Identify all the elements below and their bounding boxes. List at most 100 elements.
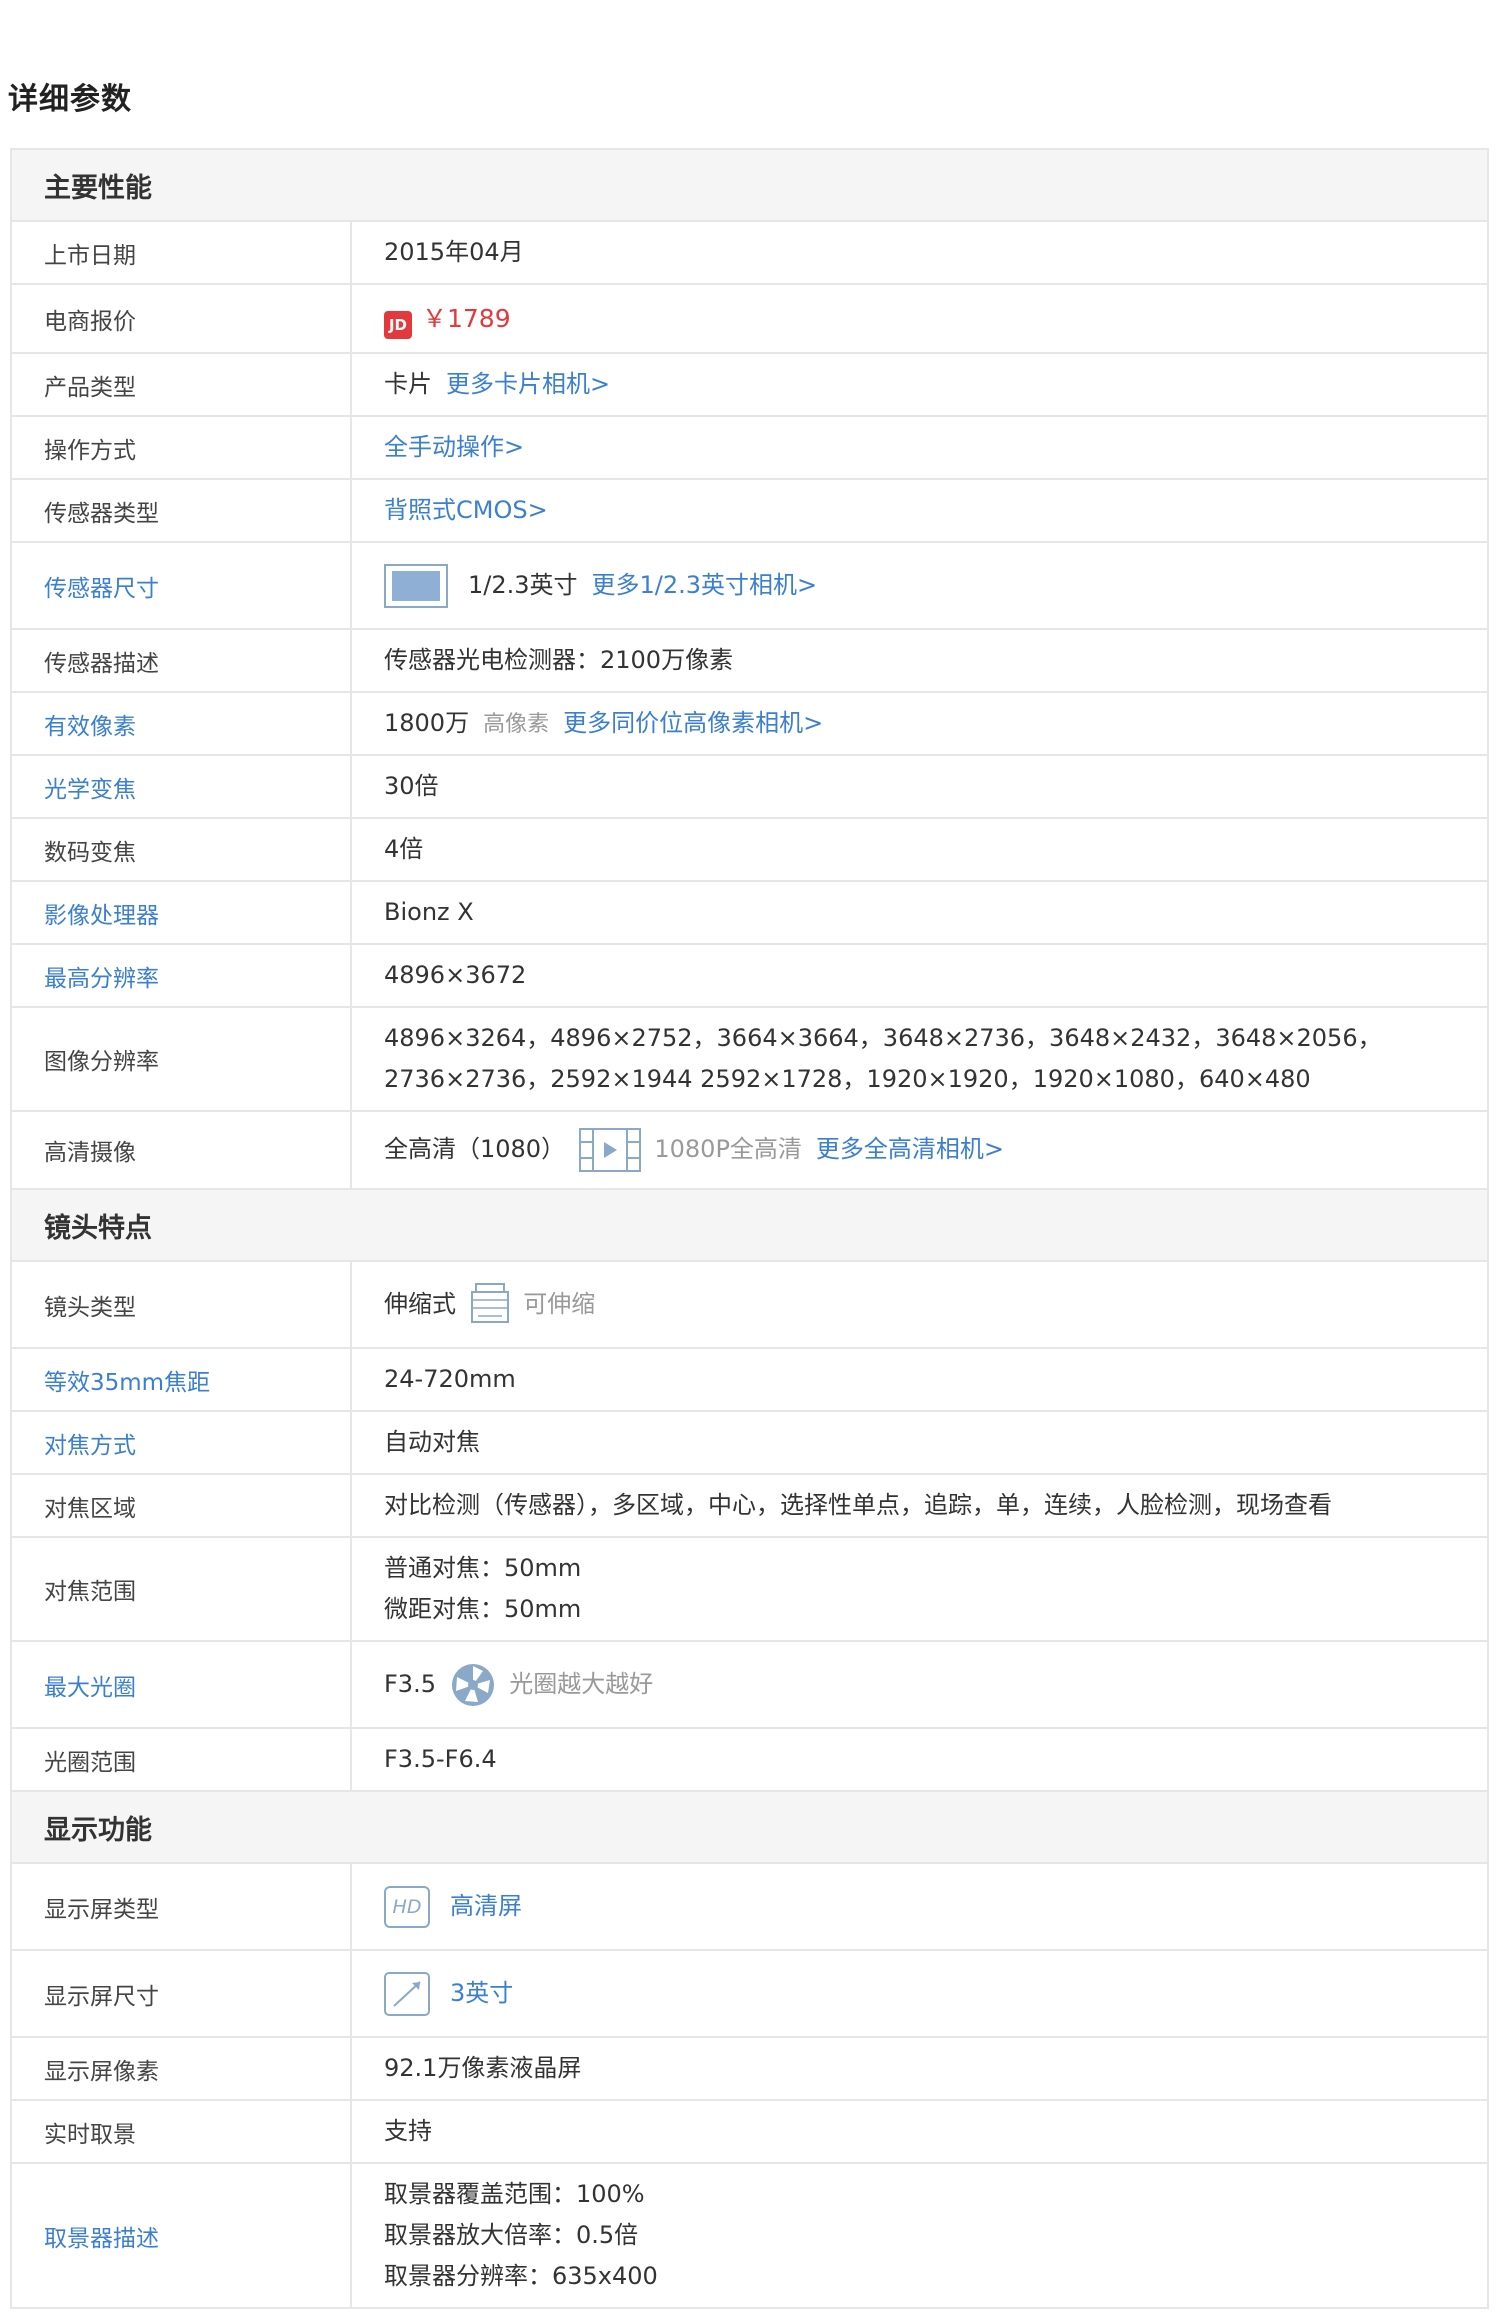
price-link[interactable]: ￥1789 xyxy=(422,304,511,333)
section-title: 主要性能 xyxy=(10,148,1489,222)
spec-label: 数码变焦 xyxy=(10,817,352,882)
spec-label-link[interactable]: 最高分辨率 xyxy=(10,943,352,1008)
spec-note: 光圈越大越好 xyxy=(509,1669,654,1698)
spec-row-image-resolution: 图像分辨率 4896×3264，4896×2752，3664×3664，3648… xyxy=(10,1006,1489,1112)
spec-label: 传感器描述 xyxy=(10,628,352,693)
spec-label: 传感器类型 xyxy=(10,478,352,543)
spec-label: 显示屏类型 xyxy=(10,1862,352,1951)
spec-row-focus-area: 对焦区域 对比检测（传感器），多区域，中心，选择性单点，追踪，单，连续，人脸检测… xyxy=(10,1473,1489,1538)
spec-value: 92.1万像素液晶屏 xyxy=(350,2036,1489,2101)
spec-row-product-type: 产品类型 卡片 更多卡片相机> xyxy=(10,352,1489,417)
spec-value: F3.5-F6.4 xyxy=(350,1727,1489,1792)
spec-label: 上市日期 xyxy=(10,220,352,285)
spec-label-link[interactable]: 有效像素 xyxy=(10,691,352,756)
spec-row-screen-size: 显示屏尺寸 3英寸 xyxy=(10,1949,1489,2038)
spec-row-screen-pixels: 显示屏像素 92.1万像素液晶屏 xyxy=(10,2036,1489,2101)
spec-label: 产品类型 xyxy=(10,352,352,417)
section-title: 显示功能 xyxy=(10,1790,1489,1864)
spec-row-lens-type: 镜头类型 伸缩式 可伸缩 xyxy=(10,1260,1489,1349)
spec-value: 对比检测（传感器），多区域，中心，选择性单点，追踪，单，连续，人脸检测，现场查看 xyxy=(350,1473,1489,1538)
spec-label-link[interactable]: 等效35mm焦距 xyxy=(10,1347,352,1412)
hd-icon-text: HD xyxy=(392,1895,422,1918)
spec-value-line: 4896×3264，4896×2752，3664×3664，3648×2736，… xyxy=(384,1024,1382,1052)
spec-row-screen-type: 显示屏类型 HD 高清屏 xyxy=(10,1862,1489,1951)
more-card-cameras-link[interactable]: 更多卡片相机> xyxy=(446,370,610,398)
spec-note: 1080P全高清 xyxy=(654,1135,802,1163)
spec-row-sensor-type: 传感器类型 背照式CMOS> xyxy=(10,478,1489,543)
spec-label: 电商报价 xyxy=(10,283,352,354)
page-title: 详细参数 xyxy=(8,82,132,117)
spec-label-link[interactable]: 影像处理器 xyxy=(10,880,352,945)
spec-row-sensor-size: 传感器尺寸 1/2.3英寸 更多1/2.3英寸相机> xyxy=(10,541,1489,630)
spec-value-line: 取景器分辨率：635x400 xyxy=(384,2262,658,2290)
aperture-icon xyxy=(450,1662,496,1708)
sensor-type-link[interactable]: 背照式CMOS> xyxy=(384,496,548,524)
hd-screen-icon: HD xyxy=(384,1885,430,1928)
screen-size-icon xyxy=(384,1971,430,2016)
spec-label-link[interactable]: 光学变焦 xyxy=(10,754,352,819)
more-sensor-size-link[interactable]: 更多1/2.3英寸相机> xyxy=(592,571,818,599)
spec-row-focal-35mm: 等效35mm焦距 24-720mm xyxy=(10,1347,1489,1412)
section-header-display: 显示功能 xyxy=(10,1790,1489,1864)
spec-value: F3.5 xyxy=(384,1669,436,1698)
spec-row-viewfinder-desc: 取景器描述 取景器覆盖范围：100% 取景器放大倍率：0.5倍 取景器分辨率：6… xyxy=(10,2162,1489,2309)
manual-operation-link[interactable]: 全手动操作> xyxy=(384,433,524,461)
spec-row-aperture-range: 光圈范围 F3.5-F6.4 xyxy=(10,1727,1489,1792)
spec-table: 主要性能 上市日期 2015年04月 电商报价 JD ￥1789 产品类型 卡片更… xyxy=(10,148,1489,2309)
spec-note: 可伸缩 xyxy=(523,1289,596,1318)
film-icon xyxy=(578,1128,641,1172)
spec-label: 显示屏尺寸 xyxy=(10,1949,352,2038)
spec-row-effective-pixels: 有效像素 1800万 高像素 更多同价位高像素相机> xyxy=(10,691,1489,756)
spec-row-operation: 操作方式 全手动操作> xyxy=(10,415,1489,480)
spec-value: 2015年04月 xyxy=(350,220,1489,285)
section-title: 镜头特点 xyxy=(10,1188,1489,1262)
spec-label-link[interactable]: 传感器尺寸 xyxy=(10,541,352,630)
spec-label: 镜头类型 xyxy=(10,1260,352,1349)
spec-label: 实时取景 xyxy=(10,2099,352,2164)
screen-size-link[interactable]: 3英寸 xyxy=(450,1979,513,2007)
spec-label-link[interactable]: 取景器描述 xyxy=(10,2162,352,2309)
spec-value: 支持 xyxy=(350,2099,1489,2164)
more-high-pixel-link[interactable]: 更多同价位高像素相机> xyxy=(563,709,823,737)
spec-value: 4倍 xyxy=(350,817,1489,882)
spec-value-line: 微距对焦：50mm xyxy=(384,1595,582,1623)
spec-label: 对焦范围 xyxy=(10,1536,352,1642)
spec-value: 1/2.3英寸 xyxy=(468,570,578,599)
spec-label: 高清摄像 xyxy=(10,1110,352,1190)
spec-label: 显示屏像素 xyxy=(10,2036,352,2101)
spec-label: 光圈范围 xyxy=(10,1727,352,1792)
spec-value-line: 普通对焦：50mm xyxy=(384,1554,582,1582)
spec-label: 操作方式 xyxy=(10,415,352,480)
spec-label: 对焦区域 xyxy=(10,1473,352,1538)
spec-value: 伸缩式 xyxy=(384,1289,456,1318)
spec-value: 全高清（1080） xyxy=(384,1135,566,1163)
spec-row-digital-zoom: 数码变焦 4倍 xyxy=(10,817,1489,882)
spec-value: 30倍 xyxy=(350,754,1489,819)
lens-icon xyxy=(470,1282,510,1328)
spec-row-image-processor: 影像处理器 Bionz X xyxy=(10,880,1489,945)
spec-value: 自动对焦 xyxy=(350,1410,1489,1475)
section-header-lens: 镜头特点 xyxy=(10,1188,1489,1262)
spec-value: Bionz X xyxy=(350,880,1489,945)
spec-label-link[interactable]: 最大光圈 xyxy=(10,1640,352,1729)
spec-value-line: 取景器覆盖范围：100% xyxy=(384,2180,645,2208)
sensor-size-icon xyxy=(384,563,448,608)
spec-row-max-resolution: 最高分辨率 4896×3672 xyxy=(10,943,1489,1008)
spec-row-max-aperture: 最大光圈 F3.5 光圈越大越好 xyxy=(10,1640,1489,1729)
hd-screen-link[interactable]: 高清屏 xyxy=(450,1892,522,1920)
spec-row-optical-zoom: 光学变焦 30倍 xyxy=(10,754,1489,819)
spec-value-line: 取景器放大倍率：0.5倍 xyxy=(384,2221,639,2249)
section-header-main: 主要性能 xyxy=(10,148,1489,222)
spec-label: 图像分辨率 xyxy=(10,1006,352,1112)
spec-value: 传感器光电检测器：2100万像素 xyxy=(350,628,1489,693)
jd-logo-icon[interactable]: JD xyxy=(384,310,412,339)
spec-value: 1800万 xyxy=(384,708,470,737)
spec-note: 高像素 xyxy=(483,711,550,737)
spec-row-sensor-desc: 传感器描述 传感器光电检测器：2100万像素 xyxy=(10,628,1489,693)
spec-value: 4896×3672 xyxy=(350,943,1489,1008)
spec-row-hd-video: 高清摄像 全高清（1080） 1080P全高清 更多全高清相机> xyxy=(10,1110,1489,1190)
spec-label-link[interactable]: 对焦方式 xyxy=(10,1410,352,1475)
spec-row-focus-mode: 对焦方式 自动对焦 xyxy=(10,1410,1489,1475)
spec-value: 卡片 xyxy=(384,370,432,398)
more-full-hd-link[interactable]: 更多全高清相机> xyxy=(816,1135,1004,1163)
